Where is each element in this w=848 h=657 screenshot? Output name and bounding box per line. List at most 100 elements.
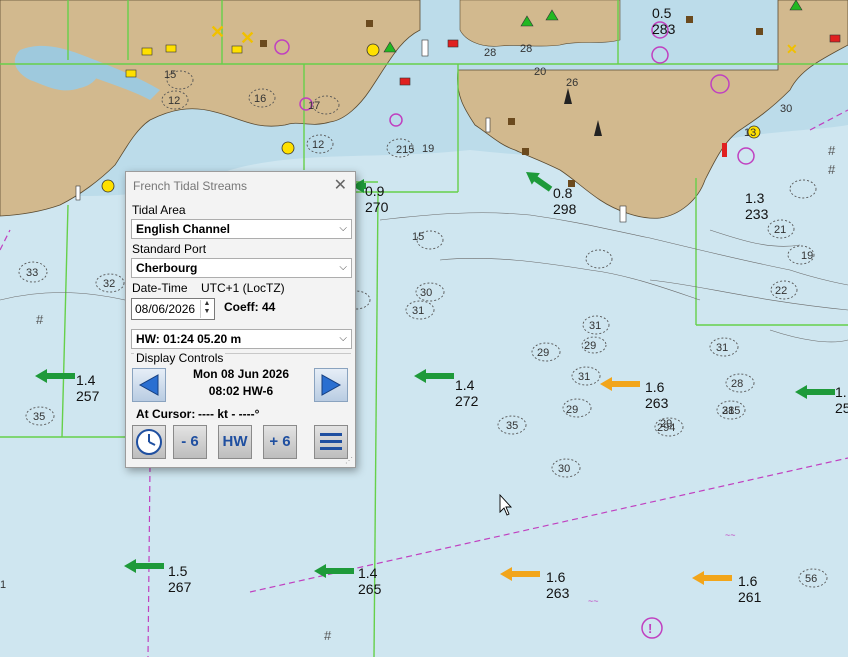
stream-speed: 0.5	[652, 5, 672, 21]
stream-speed: 1.4	[358, 565, 378, 581]
stream-direction: 298	[553, 201, 577, 217]
high-water-value: HW: 01:24 05.20 m	[136, 332, 242, 346]
stream-direction: 283	[652, 21, 676, 37]
depth-sounding: 29	[660, 418, 672, 430]
depth-sounding: 17	[308, 100, 320, 112]
previous-button[interactable]	[132, 368, 166, 402]
depth-sounding: 31	[716, 342, 728, 354]
close-icon[interactable]: ✕	[334, 172, 347, 200]
depth-sounding: 15	[164, 69, 176, 81]
depth-sounding: 20	[534, 66, 546, 78]
svg-text:#: #	[324, 628, 332, 643]
at-cursor-label: At Cursor:	[136, 407, 196, 421]
plus-six-button[interactable]: + 6	[263, 425, 297, 459]
depth-sounding: 22	[775, 285, 787, 297]
chevron-down-icon: ⌵	[339, 333, 347, 344]
depth-sounding: 30	[780, 103, 792, 115]
tidal-streams-panel: French Tidal Streams ✕ Tidal Area Englis…	[125, 171, 356, 468]
stream-direction: 272	[455, 393, 479, 409]
svg-text:✕: ✕	[786, 41, 798, 57]
svg-text:!: !	[648, 621, 652, 636]
svg-text:#: #	[828, 162, 836, 177]
stream-speed: 1.	[835, 384, 847, 400]
tidal-area-select[interactable]: English Channel ⌵	[131, 219, 352, 239]
depth-sounding: 31	[589, 320, 601, 332]
tidal-area-value: English Channel	[136, 222, 231, 236]
date-picker[interactable]: 08/06/2026 ▲ ▼	[131, 298, 215, 320]
stream-speed: 1.5	[168, 563, 188, 579]
depth-sounding: 31	[722, 405, 734, 417]
standard-port-select[interactable]: Cherbourg ⌵	[131, 258, 352, 278]
svg-text:#: #	[828, 143, 836, 158]
svg-text:~~: ~~	[588, 596, 599, 606]
depth-sounding: 30	[420, 287, 432, 299]
display-controls-label: Display Controls	[134, 351, 226, 365]
chevron-down-icon: ⌵	[339, 262, 347, 273]
date-value: 08/06/2026	[135, 302, 196, 316]
menu-button[interactable]	[314, 425, 348, 459]
depth-sounding: 13	[744, 127, 756, 139]
next-button[interactable]	[314, 368, 348, 402]
depth-sounding: 19	[422, 143, 434, 155]
hw-button[interactable]: HW	[218, 425, 252, 459]
hamburger-menu-icon	[320, 433, 342, 450]
panel-titlebar[interactable]: French Tidal Streams ✕	[126, 172, 355, 200]
depth-sounding: 31	[578, 371, 590, 383]
date-spinner[interactable]: ▲ ▼	[200, 300, 213, 318]
depth-sounding: 31	[412, 305, 424, 317]
resize-grip-icon[interactable]: ⋰	[345, 456, 353, 465]
depth-sounding: 15	[412, 231, 424, 243]
stream-speed: 0.9	[365, 183, 385, 199]
depth-sounding: 16	[254, 93, 266, 105]
chevron-down-icon: ⌵	[339, 223, 347, 234]
depth-sounding: 19	[801, 250, 813, 262]
stream-direction: 267	[168, 579, 192, 595]
stream-speed: 1.4	[76, 372, 96, 388]
depth-sounding: 26	[566, 77, 578, 89]
svg-text:#: #	[36, 312, 44, 327]
high-water-select[interactable]: HW: 01:24 05.20 m ⌵	[131, 329, 352, 349]
depth-sounding: 29	[566, 404, 578, 416]
depth-sounding: 56	[805, 573, 817, 585]
stream-direction: 233	[745, 206, 769, 222]
stream-direction: 257	[76, 388, 100, 404]
stream-speed: 1.3	[745, 190, 765, 206]
depth-sounding: 28	[731, 378, 743, 390]
svg-text:✕: ✕	[240, 28, 255, 48]
stream-direction: 263	[645, 395, 669, 411]
stream-direction: 25	[835, 400, 848, 416]
depth-sounding: 32	[103, 278, 115, 290]
depth-sounding: 33	[26, 267, 38, 279]
depth-sounding: 12	[168, 95, 180, 107]
stream-speed: 0.8	[553, 185, 573, 201]
standard-port-value: Cherbourg	[136, 261, 198, 275]
depth-sounding: 1	[0, 579, 6, 591]
depth-sounding: 215	[396, 144, 414, 156]
depth-sounding: 28	[520, 43, 532, 55]
minus-six-button[interactable]: - 6	[173, 425, 207, 459]
stream-speed: 1.6	[546, 569, 566, 585]
depth-sounding: 28	[484, 47, 496, 59]
svg-text:✕: ✕	[210, 22, 225, 42]
depth-sounding: 21	[774, 224, 786, 236]
stream-speed: 1.6	[738, 573, 758, 589]
svg-text:~~: ~~	[725, 530, 736, 540]
stream-direction: 270	[365, 199, 389, 215]
panel-title: French Tidal Streams	[133, 179, 248, 193]
stream-direction: 263	[546, 585, 570, 601]
at-cursor-value: ---- kt - ----°	[198, 407, 260, 421]
clock-icon	[136, 429, 162, 455]
display-time: 08:02 HW-6	[208, 384, 274, 398]
stream-speed: 1.4	[455, 377, 475, 393]
stream-speed: 1.6	[645, 379, 665, 395]
tidal-area-label: Tidal Area	[132, 203, 186, 217]
arrow-left-icon	[138, 374, 159, 396]
datetime-label: Date-Time	[132, 281, 188, 295]
arrow-right-icon	[321, 374, 342, 396]
standard-port-label: Standard Port	[132, 242, 207, 256]
depth-sounding: 35	[33, 411, 45, 423]
depth-sounding: 29	[584, 340, 596, 352]
depth-sounding: 12	[312, 139, 324, 151]
timezone-text: UTC+1 (LocTZ)	[201, 281, 285, 295]
clock-button[interactable]	[132, 425, 166, 459]
